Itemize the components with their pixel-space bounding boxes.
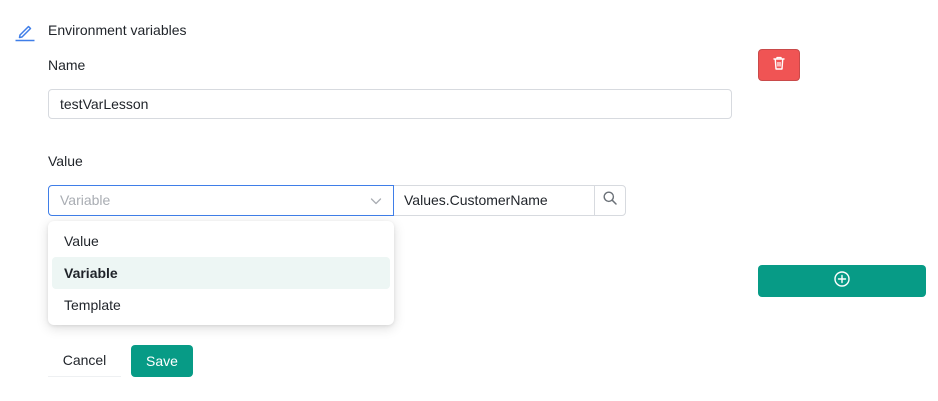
cancel-button[interactable]: Cancel [48,345,121,377]
trash-icon [771,55,787,76]
dropdown-option-variable[interactable]: Variable [52,257,390,289]
delete-button[interactable] [758,49,800,81]
chevron-down-icon [369,194,383,208]
add-button[interactable] [758,265,926,297]
name-input[interactable]: testVarLesson [48,89,732,119]
value-input[interactable]: Values.CustomerName [394,185,595,216]
value-type-placeholder: Variable [60,192,111,208]
value-label: Value [48,153,83,169]
dropdown-option-value[interactable]: Value [52,225,390,257]
search-icon [602,190,618,211]
search-button[interactable] [594,185,626,216]
save-button[interactable]: Save [131,345,193,377]
plus-circle-icon [833,270,851,293]
value-type-dropdown: Value Variable Template [48,221,394,325]
dropdown-option-template[interactable]: Template [52,289,390,321]
edit-pencil-icon [14,20,36,42]
value-type-select[interactable]: Variable [48,185,394,216]
section-title: Environment variables [48,22,187,38]
name-label: Name [48,57,86,73]
